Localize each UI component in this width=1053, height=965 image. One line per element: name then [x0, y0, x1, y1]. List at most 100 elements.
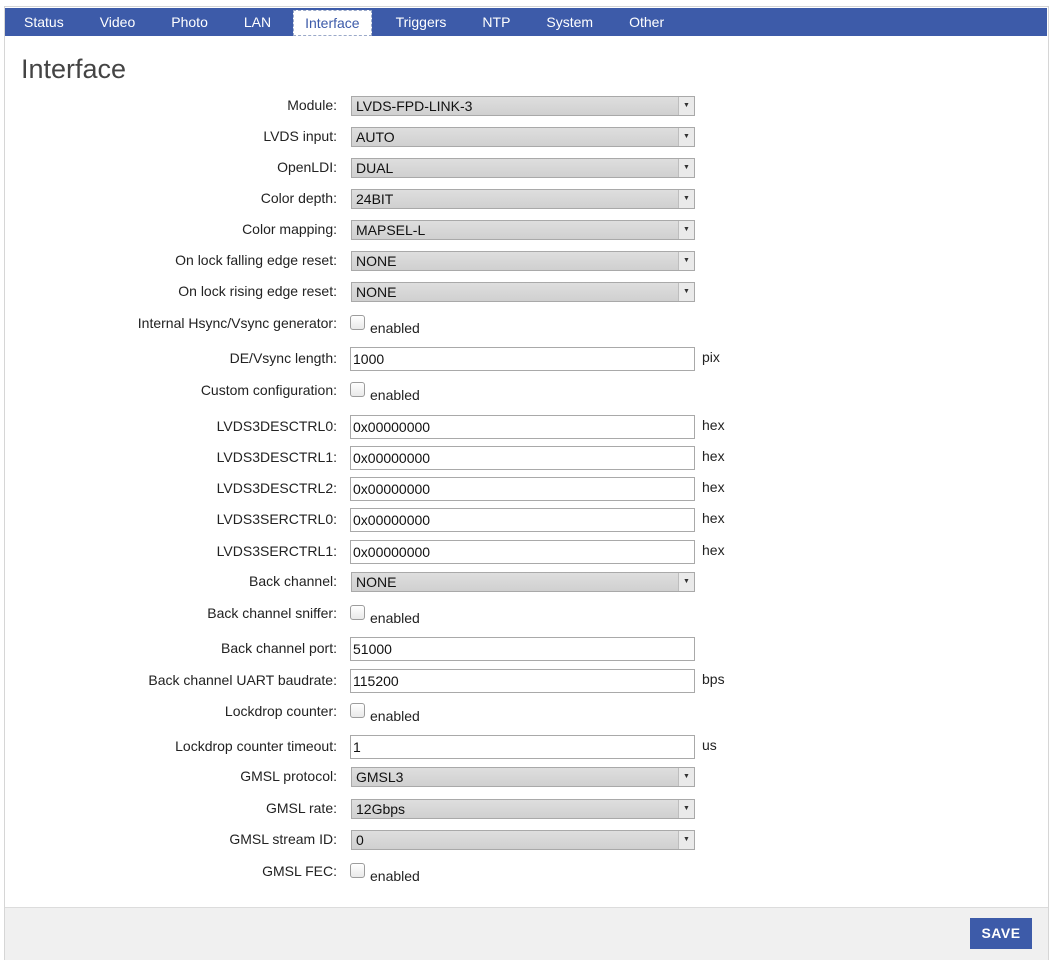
tab-lan[interactable]: LAN: [226, 8, 289, 36]
module-select[interactable]: LVDS-FPD-LINK-3 ▼: [351, 96, 695, 116]
form-row-gmsl-stream-id: GMSL stream ID: 0 ▼: [0, 829, 1053, 851]
lockdrop-counter-checkbox[interactable]: [350, 703, 365, 718]
form-row-custom-config: Custom configuration: enabled: [0, 380, 1053, 403]
form-row-lvds3serctrl1: LVDS3SERCTRL1: hex: [0, 540, 1053, 564]
tab-ntp[interactable]: NTP: [464, 8, 528, 36]
lvds3desctrl2-input[interactable]: [350, 477, 695, 501]
form-row-on-lock-rising: On lock rising edge reset: NONE ▼: [0, 281, 1053, 303]
gmsl-stream-id-select[interactable]: 0 ▼: [351, 830, 695, 850]
back-channel-baud-label: Back channel UART baudrate:: [148, 672, 337, 688]
form-row-lvds3desctrl2: LVDS3DESCTRL2: hex: [0, 477, 1053, 501]
back-channel-port-input[interactable]: [350, 637, 695, 661]
lvds3desctrl2-unit: hex: [702, 479, 725, 495]
form-row-module: Module: LVDS-FPD-LINK-3 ▼: [0, 95, 1053, 117]
top-navbar: Status Video Photo LAN Interface Trigger…: [5, 8, 1047, 36]
chevron-down-icon: ▼: [678, 831, 694, 849]
chevron-down-icon: ▼: [678, 252, 694, 270]
lockdrop-counter-checkbox-label[interactable]: enabled: [370, 708, 420, 724]
chevron-down-icon: ▼: [678, 768, 694, 786]
openldi-select[interactable]: DUAL ▼: [351, 158, 695, 178]
de-vsync-length-unit: pix: [702, 349, 720, 365]
lvds3serctrl1-label: LVDS3SERCTRL1:: [216, 543, 337, 559]
form-row-lvds3serctrl0: LVDS3SERCTRL0: hex: [0, 508, 1053, 532]
back-channel-select[interactable]: NONE ▼: [351, 572, 695, 592]
tab-photo[interactable]: Photo: [153, 8, 226, 36]
color-mapping-label: Color mapping:: [242, 221, 337, 237]
gmsl-fec-checkbox[interactable]: [350, 863, 365, 878]
color-mapping-select[interactable]: MAPSEL-L ▼: [351, 220, 695, 240]
tab-system[interactable]: System: [528, 8, 611, 36]
on-lock-falling-select[interactable]: NONE ▼: [351, 251, 695, 271]
lvds3serctrl0-input[interactable]: [350, 508, 695, 532]
lockdrop-counter-label: Lockdrop counter:: [224, 703, 337, 719]
custom-config-checkbox[interactable]: [350, 382, 365, 397]
lockdrop-timeout-input[interactable]: [350, 735, 695, 759]
gmsl-rate-select-value: 12Gbps: [356, 801, 406, 817]
on-lock-falling-label: On lock falling edge reset:: [175, 252, 337, 268]
lvds3desctrl1-unit: hex: [702, 448, 725, 464]
internal-generator-label: Internal Hsync/Vsync generator:: [137, 315, 337, 331]
form-row-lockdrop-counter: Lockdrop counter: enabled: [0, 701, 1053, 724]
form-row-gmsl-protocol: GMSL protocol: GMSL3 ▼: [0, 766, 1053, 788]
chevron-down-icon: ▼: [678, 128, 694, 146]
back-channel-baud-input[interactable]: [350, 669, 695, 693]
form-row-gmsl-fec: GMSL FEC: enabled: [0, 861, 1053, 884]
openldi-label: OpenLDI:: [277, 159, 337, 175]
lvds3desctrl0-input[interactable]: [350, 415, 695, 439]
gmsl-stream-id-label: GMSL stream ID:: [229, 831, 337, 847]
tab-other[interactable]: Other: [611, 8, 682, 36]
form-row-internal-generator: Internal Hsync/Vsync generator: enabled: [0, 313, 1053, 336]
lockdrop-timeout-label: Lockdrop counter timeout:: [175, 738, 337, 754]
on-lock-falling-select-value: NONE: [356, 253, 397, 269]
de-vsync-length-label: DE/Vsync length:: [229, 350, 337, 366]
lvds3serctrl1-unit: hex: [702, 542, 725, 558]
back-channel-sniffer-checkbox[interactable]: [350, 605, 365, 620]
internal-generator-checkbox-label[interactable]: enabled: [370, 320, 420, 336]
footer-bar: [5, 907, 1048, 960]
gmsl-fec-checkbox-label[interactable]: enabled: [370, 868, 420, 884]
form-row-color-depth: Color depth: 24BIT ▼: [0, 188, 1053, 210]
lvds3desctrl0-unit: hex: [702, 417, 725, 433]
lvds3desctrl1-label: LVDS3DESCTRL1:: [216, 449, 337, 465]
chevron-down-icon: ▼: [678, 190, 694, 208]
lvds3desctrl1-input[interactable]: [350, 446, 695, 470]
custom-config-label: Custom configuration:: [200, 382, 337, 398]
form-row-de-vsync-length: DE/Vsync length: pix: [0, 347, 1053, 371]
lvds-input-label: LVDS input:: [263, 128, 337, 144]
form-row-back-channel: Back channel: NONE ▼: [0, 571, 1053, 593]
module-label: Module:: [287, 97, 337, 113]
gmsl-fec-label: GMSL FEC:: [262, 863, 337, 879]
lvds-input-select[interactable]: AUTO ▼: [351, 127, 695, 147]
form-row-openldi: OpenLDI: DUAL ▼: [0, 157, 1053, 179]
openldi-select-value: DUAL: [356, 160, 394, 176]
chevron-down-icon: ▼: [678, 573, 694, 591]
chevron-down-icon: ▼: [678, 221, 694, 239]
lockdrop-timeout-unit: us: [702, 737, 717, 753]
de-vsync-length-input[interactable]: [350, 347, 695, 371]
gmsl-stream-id-select-value: 0: [356, 832, 364, 848]
tab-interface[interactable]: Interface: [293, 10, 372, 36]
tab-video[interactable]: Video: [82, 8, 154, 36]
chevron-down-icon: ▼: [678, 800, 694, 818]
tab-triggers[interactable]: Triggers: [378, 8, 465, 36]
internal-generator-checkbox[interactable]: [350, 315, 365, 330]
lvds3serctrl1-input[interactable]: [350, 540, 695, 564]
back-channel-select-value: NONE: [356, 574, 397, 590]
tab-status[interactable]: Status: [5, 8, 82, 36]
page-title: Interface: [21, 54, 127, 84]
module-select-value: LVDS-FPD-LINK-3: [356, 98, 473, 114]
color-depth-label: Color depth:: [260, 190, 337, 206]
gmsl-rate-select[interactable]: 12Gbps ▼: [351, 799, 695, 819]
on-lock-rising-select[interactable]: NONE ▼: [351, 282, 695, 302]
gmsl-protocol-select[interactable]: GMSL3 ▼: [351, 767, 695, 787]
save-button[interactable]: SAVE: [970, 918, 1032, 949]
back-channel-sniffer-checkbox-label[interactable]: enabled: [370, 610, 420, 626]
chevron-down-icon: ▼: [678, 97, 694, 115]
color-depth-select[interactable]: 24BIT ▼: [351, 189, 695, 209]
form-row-back-channel-baud: Back channel UART baudrate: bps: [0, 669, 1053, 693]
form-row-on-lock-falling: On lock falling edge reset: NONE ▼: [0, 250, 1053, 272]
back-channel-baud-unit: bps: [702, 671, 725, 687]
lvds3desctrl2-label: LVDS3DESCTRL2:: [216, 480, 337, 496]
form-row-back-channel-port: Back channel port:: [0, 637, 1053, 661]
custom-config-checkbox-label[interactable]: enabled: [370, 387, 420, 403]
